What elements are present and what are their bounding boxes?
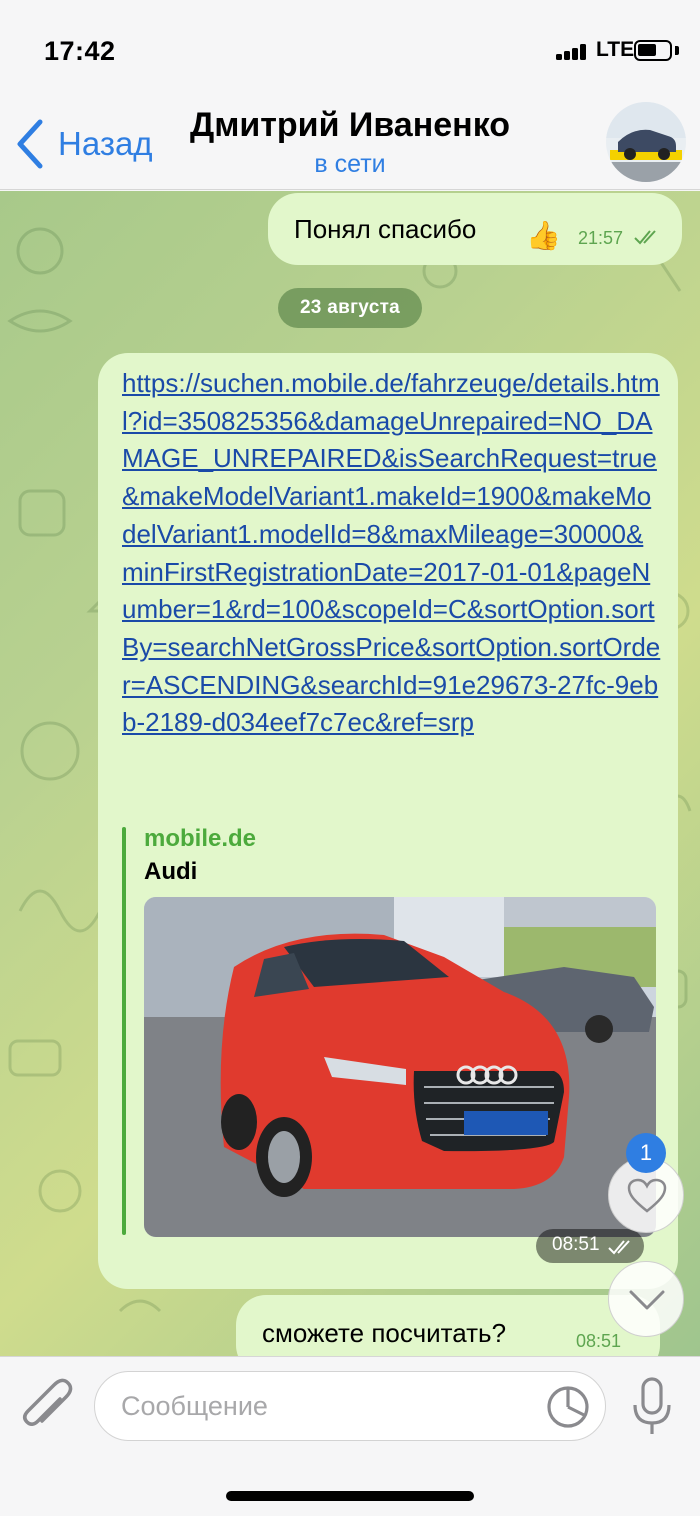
double-check-icon (608, 1240, 630, 1255)
back-button[interactable]: Назад (14, 114, 153, 174)
car-photo (144, 897, 656, 1237)
link-preview-image[interactable] (144, 897, 656, 1237)
preview-accent-bar (122, 827, 126, 1235)
reactions-count-badge: 1 (626, 1133, 666, 1173)
outgoing-message[interactable]: сможете посчитать? 08:51 (236, 1295, 660, 1356)
outgoing-message[interactable]: Понял спасибо 👍 21:57 (268, 193, 682, 265)
attach-button[interactable] (20, 1377, 74, 1437)
chevron-down-icon (629, 1290, 665, 1310)
link-preview-site[interactable]: mobile.de (144, 825, 256, 853)
microphone-icon (633, 1377, 671, 1434)
incoming-link-message[interactable]: https://suchen.mobile.de/fahrzeuge/detai… (98, 353, 678, 1289)
home-indicator (226, 1491, 474, 1501)
signal-icon (556, 44, 588, 60)
double-check-icon (634, 230, 656, 245)
chat-area[interactable]: Понял спасибо 👍 21:57 23 августа https:/… (0, 191, 700, 1356)
clock: 17:42 (44, 36, 116, 66)
sticker-button[interactable] (546, 1385, 590, 1429)
link-preview-title[interactable]: Audi (144, 858, 197, 886)
thumbs-up-emoji: 👍 (526, 220, 561, 251)
chat-header: Дмитрий Иваненко в сети Назад (0, 100, 700, 190)
network-type: LTE (596, 38, 635, 61)
battery-icon (634, 40, 672, 61)
avatar-image (606, 102, 686, 182)
back-label: Назад (58, 125, 153, 162)
scroll-down-button[interactable] (608, 1261, 684, 1337)
status-bar: 17:42 LTE (0, 0, 700, 100)
sticker-icon (547, 1386, 589, 1428)
heart-icon (627, 1178, 667, 1213)
date-separator: 23 августа (278, 288, 422, 328)
message-text: сможете посчитать? (262, 1318, 507, 1348)
message-text: Понял спасибо (294, 214, 477, 244)
avatar[interactable] (606, 102, 686, 182)
battery-cap (675, 46, 679, 55)
message-input-bar (0, 1356, 700, 1516)
chevron-left-icon (17, 119, 43, 169)
message-time: 21:57 (578, 228, 624, 248)
image-timestamp: 08:51 (536, 1229, 644, 1263)
message-time: 08:51 (552, 1234, 600, 1255)
microphone-button[interactable] (630, 1377, 674, 1437)
paperclip-icon (23, 1378, 73, 1426)
message-time: 08:51 (576, 1331, 622, 1351)
message-link[interactable]: https://suchen.mobile.de/fahrzeuge/detai… (122, 365, 662, 742)
message-input[interactable] (94, 1371, 606, 1441)
